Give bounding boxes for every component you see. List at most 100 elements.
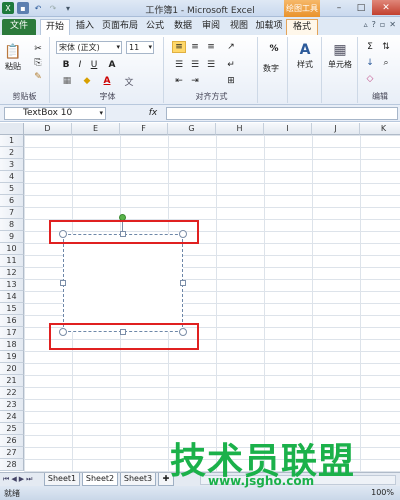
maximize-icon[interactable]: □	[350, 0, 372, 15]
tab-review[interactable]: 审阅	[198, 19, 224, 35]
row-header[interactable]: 18	[0, 339, 24, 351]
number-format-button[interactable]: 数字	[263, 63, 279, 74]
row-header[interactable]: 5	[0, 183, 24, 195]
minimize-icon[interactable]: –	[328, 0, 350, 15]
row-header[interactable]: 12	[0, 267, 24, 279]
resize-handle-right[interactable]	[180, 280, 186, 286]
row-header[interactable]: 8	[0, 219, 24, 231]
insert-function-button[interactable]: fx	[146, 107, 160, 120]
row-header[interactable]: 15	[0, 303, 24, 315]
copy-icon[interactable]: ⎘	[32, 57, 44, 69]
help-icon[interactable]: ?	[372, 20, 376, 29]
align-bottom-icon[interactable]: ≡	[204, 41, 218, 53]
column-header[interactable]: D	[24, 123, 72, 135]
align-right-icon[interactable]: ☰	[204, 59, 218, 71]
row-header[interactable]: 22	[0, 387, 24, 399]
select-all-corner[interactable]	[0, 123, 24, 135]
paste-button[interactable]: 📋 粘贴	[4, 43, 22, 72]
row-header[interactable]: 9	[0, 231, 24, 243]
cut-icon[interactable]: ✂	[32, 43, 44, 55]
resize-handle-left[interactable]	[60, 280, 66, 286]
row-header[interactable]: 2	[0, 147, 24, 159]
column-header[interactable]: H	[216, 123, 264, 135]
decrease-indent-icon[interactable]: ⇤	[172, 75, 186, 87]
zoom-level[interactable]: 100%	[371, 488, 394, 497]
tab-insert[interactable]: 插入	[72, 19, 98, 35]
underline-button[interactable]: U	[88, 59, 100, 71]
row-header[interactable]: 16	[0, 315, 24, 327]
first-sheet-icon[interactable]: ⏮	[3, 475, 9, 484]
column-header[interactable]: I	[264, 123, 312, 135]
row-header[interactable]: 7	[0, 207, 24, 219]
align-center-icon[interactable]: ☰	[188, 59, 202, 71]
sheet-tab-sheet2[interactable]: Sheet2	[82, 473, 118, 486]
tab-data[interactable]: 数据	[170, 19, 196, 35]
row-header[interactable]: 3	[0, 159, 24, 171]
restore-window-icon[interactable]: ▫	[380, 20, 385, 29]
row-header[interactable]: 25	[0, 423, 24, 435]
selected-textbox[interactable]	[59, 230, 187, 336]
row-header[interactable]: 26	[0, 435, 24, 447]
align-top-icon[interactable]: ≡	[172, 41, 186, 53]
clear-icon[interactable]: ◇	[364, 73, 376, 85]
row-header[interactable]: 17	[0, 327, 24, 339]
wrap-text-icon[interactable]: ↵	[224, 59, 238, 71]
row-header[interactable]: 24	[0, 411, 24, 423]
italic-button[interactable]: I	[74, 59, 86, 71]
increase-indent-icon[interactable]: ⇥	[188, 75, 202, 87]
row-header[interactable]: 27	[0, 447, 24, 459]
sheet-tab-sheet1[interactable]: Sheet1	[44, 473, 80, 486]
column-header[interactable]: G	[168, 123, 216, 135]
row-header[interactable]: 10	[0, 243, 24, 255]
row-header[interactable]: 28	[0, 459, 24, 471]
tab-view[interactable]: 视图	[226, 19, 252, 35]
autosum-icon[interactable]: Σ	[364, 41, 376, 53]
row-header[interactable]: 21	[0, 375, 24, 387]
name-box[interactable]: TextBox 10 ▾	[4, 107, 106, 120]
row-header[interactable]: 19	[0, 351, 24, 363]
column-header[interactable]: E	[72, 123, 120, 135]
close-icon[interactable]: ✕	[372, 0, 400, 15]
find-select-icon[interactable]: ⌕	[380, 57, 392, 69]
minimize-ribbon-icon[interactable]: ▵	[364, 20, 368, 29]
font-name-combo[interactable]: 宋体 (正文) ▾	[56, 41, 122, 54]
next-sheet-icon[interactable]: ▶	[19, 475, 24, 484]
tab-page-layout[interactable]: 页面布局	[100, 19, 140, 35]
row-header[interactable]: 4	[0, 171, 24, 183]
tab-format[interactable]: 格式	[286, 19, 318, 35]
orientation-icon[interactable]: ↗	[224, 41, 238, 53]
bold-button[interactable]: B	[60, 59, 72, 71]
row-header[interactable]: 6	[0, 195, 24, 207]
styles-button[interactable]: A 样式	[296, 41, 314, 70]
column-header[interactable]: K	[360, 123, 400, 135]
formula-input[interactable]	[166, 107, 398, 120]
row-header[interactable]: 13	[0, 279, 24, 291]
tab-formulas[interactable]: 公式	[142, 19, 168, 35]
row-header[interactable]: 20	[0, 363, 24, 375]
prev-sheet-icon[interactable]: ◀	[11, 475, 16, 484]
format-painter-icon[interactable]: ✎	[32, 71, 44, 83]
grow-font-button[interactable]: A	[106, 59, 118, 71]
row-header[interactable]: 1	[0, 135, 24, 147]
merge-center-icon[interactable]: ⊞	[224, 75, 238, 87]
font-color-button[interactable]: A	[100, 75, 114, 87]
tab-file[interactable]: 文件	[2, 19, 36, 35]
fill-color-icon[interactable]: ◆	[80, 75, 94, 87]
cells-button[interactable]: ▦ 单元格	[328, 41, 352, 70]
close-workbook-icon[interactable]: ✕	[389, 20, 396, 29]
fill-icon[interactable]: ↓	[364, 57, 376, 69]
sort-filter-icon[interactable]: ⇅	[380, 41, 392, 53]
row-header[interactable]: 11	[0, 255, 24, 267]
worksheet-grid[interactable]: DEFGHIJK 1 2 3 4 5 6 7 8 9 10 11 12 13 14 15 16 17 18 19 20…	[0, 123, 400, 473]
column-header[interactable]: F	[120, 123, 168, 135]
borders-icon[interactable]: ▦	[60, 75, 74, 87]
phonetic-guide-button[interactable]: 文	[122, 75, 136, 88]
column-header[interactable]: J	[312, 123, 360, 135]
align-left-icon[interactable]: ☰	[172, 59, 186, 71]
tab-home[interactable]: 开始	[40, 19, 70, 35]
row-header[interactable]: 14	[0, 291, 24, 303]
percent-icon[interactable]: %	[266, 43, 282, 55]
align-middle-icon[interactable]: ≡	[188, 41, 202, 53]
font-size-combo[interactable]: 11 ▾	[126, 41, 154, 54]
tab-addins[interactable]: 加载项	[254, 19, 284, 35]
